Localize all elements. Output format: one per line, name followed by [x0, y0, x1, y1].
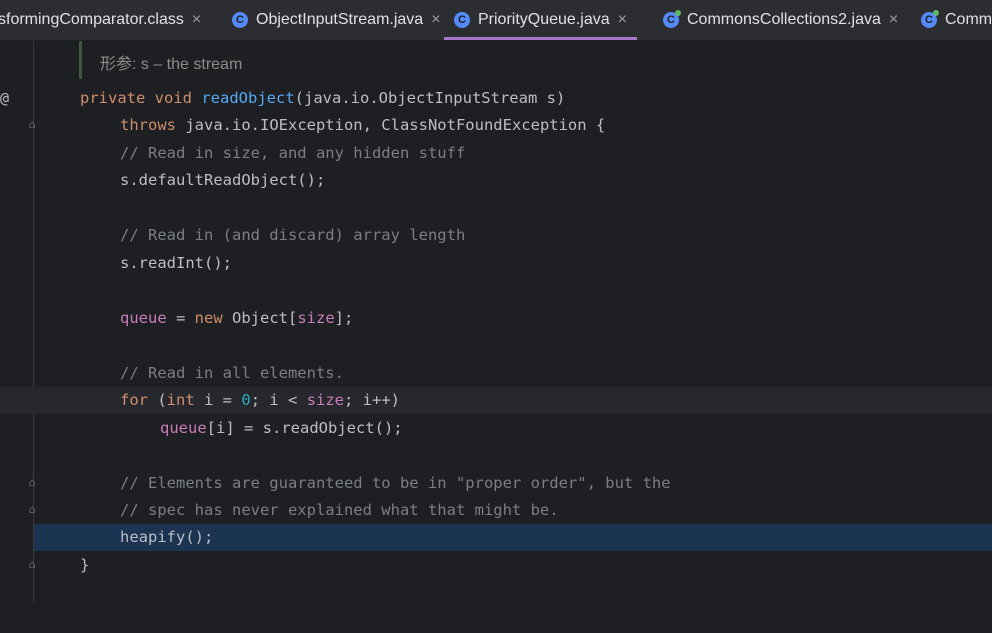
close-icon[interactable]: ×: [431, 11, 440, 29]
fold-marker-icon[interactable]: ⌂: [26, 118, 38, 132]
code-text: [i] = s.readObject();: [206, 419, 403, 437]
code-line-2[interactable]: ⌂ throws java.io.IOException, ClassNotFo…: [0, 112, 992, 139]
code-line-4[interactable]: s.defaultReadObject();: [0, 167, 992, 194]
code-text: ; i++): [344, 391, 401, 409]
comment: // Elements are guaranteed to be in "pro…: [120, 474, 671, 492]
code-line-13[interactable]: queue[i] = s.readObject();: [0, 415, 992, 442]
field: queue: [160, 419, 207, 437]
code-text: s.readInt();: [120, 254, 232, 272]
tab-label: Comm: [945, 11, 992, 28]
close-icon[interactable]: ×: [618, 11, 627, 29]
fold-marker-icon[interactable]: ⌂: [26, 558, 38, 572]
code-text: Object[: [222, 309, 298, 327]
code-text: s.defaultReadObject();: [120, 171, 326, 189]
code-text: (java.io.ObjectInputStream s): [294, 89, 566, 107]
close-icon[interactable]: ×: [192, 11, 201, 29]
tab-label: PriorityQueue.java: [478, 11, 610, 28]
number-literal: 0: [241, 391, 251, 409]
code-text: }: [80, 556, 90, 574]
tab-label: sformingComparator.class: [0, 11, 184, 28]
field: size: [306, 391, 345, 409]
fold-marker-icon[interactable]: ⌂: [26, 476, 38, 490]
code-text: =: [166, 309, 195, 327]
tab-commons-more[interactable]: C Comm: [921, 0, 992, 40]
code-text: java.io.IOException, ClassNotFoundExcept…: [176, 116, 606, 134]
field: queue: [120, 309, 167, 327]
comment: // spec has never explained what that mi…: [120, 501, 559, 519]
code-text: heapify();: [120, 528, 214, 546]
java-class-modified-icon: C: [921, 10, 939, 28]
rendered-doc-param: 形参: s – the stream: [100, 56, 243, 73]
java-class-modified-icon: C: [663, 10, 681, 28]
close-icon[interactable]: ×: [889, 11, 898, 29]
field: size: [297, 309, 335, 327]
keyword: private: [80, 89, 146, 107]
code-line-7[interactable]: s.readInt();: [0, 250, 992, 277]
tab-object-input-stream[interactable]: C ObjectInputStream.java ×: [232, 0, 441, 40]
keyword: void: [154, 89, 192, 107]
tab-commons-collections2[interactable]: C CommonsCollections2.java ×: [663, 0, 898, 40]
doc-comment-bar: [79, 41, 82, 79]
editor-tab-bar: sformingComparator.class × C ObjectInput…: [0, 0, 992, 41]
code-text: i =: [194, 391, 242, 409]
comment: // Read in size, and any hidden stuff: [120, 144, 466, 162]
method-name: readObject: [201, 89, 295, 107]
code-line-12[interactable]: for (int i = 0; i < size; i++): [0, 387, 992, 414]
code-line-18[interactable]: ⌂ }: [0, 552, 992, 579]
code-line-1[interactable]: @ private void readObject(java.io.Object…: [0, 85, 992, 112]
keyword: for: [120, 391, 148, 409]
tab-priority-queue[interactable]: C PriorityQueue.java ×: [444, 0, 637, 40]
code-text: (: [148, 391, 167, 409]
keyword: int: [166, 391, 195, 409]
code-line-9[interactable]: queue = new Object[size];: [0, 305, 992, 332]
code-text: ; i <: [250, 391, 307, 409]
code-line-17[interactable]: heapify();: [34, 524, 992, 551]
tab-transforming-comparator[interactable]: sformingComparator.class ×: [0, 0, 201, 40]
code-line-6[interactable]: // Read in (and discard) array length: [0, 222, 992, 249]
code-line-16[interactable]: ⌂ // spec has never explained what that …: [0, 497, 992, 524]
tab-label: ObjectInputStream.java: [256, 11, 424, 28]
comment: // Read in (and discard) array length: [120, 226, 466, 244]
java-class-icon: C: [232, 12, 248, 28]
keyword: throws: [120, 116, 176, 134]
code-text: ];: [334, 309, 354, 327]
code-line-3[interactable]: // Read in size, and any hidden stuff: [0, 140, 992, 167]
fold-marker-icon[interactable]: ⌂: [26, 503, 38, 517]
keyword: new: [194, 309, 223, 327]
tab-label: CommonsCollections2.java: [687, 11, 881, 28]
code-line-15[interactable]: ⌂ // Elements are guaranteed to be in "p…: [0, 470, 992, 497]
override-marker-icon[interactable]: @: [0, 85, 9, 112]
java-class-icon: C: [454, 12, 470, 28]
code-line-11[interactable]: // Read in all elements.: [0, 360, 992, 387]
comment: // Read in all elements.: [120, 364, 344, 382]
